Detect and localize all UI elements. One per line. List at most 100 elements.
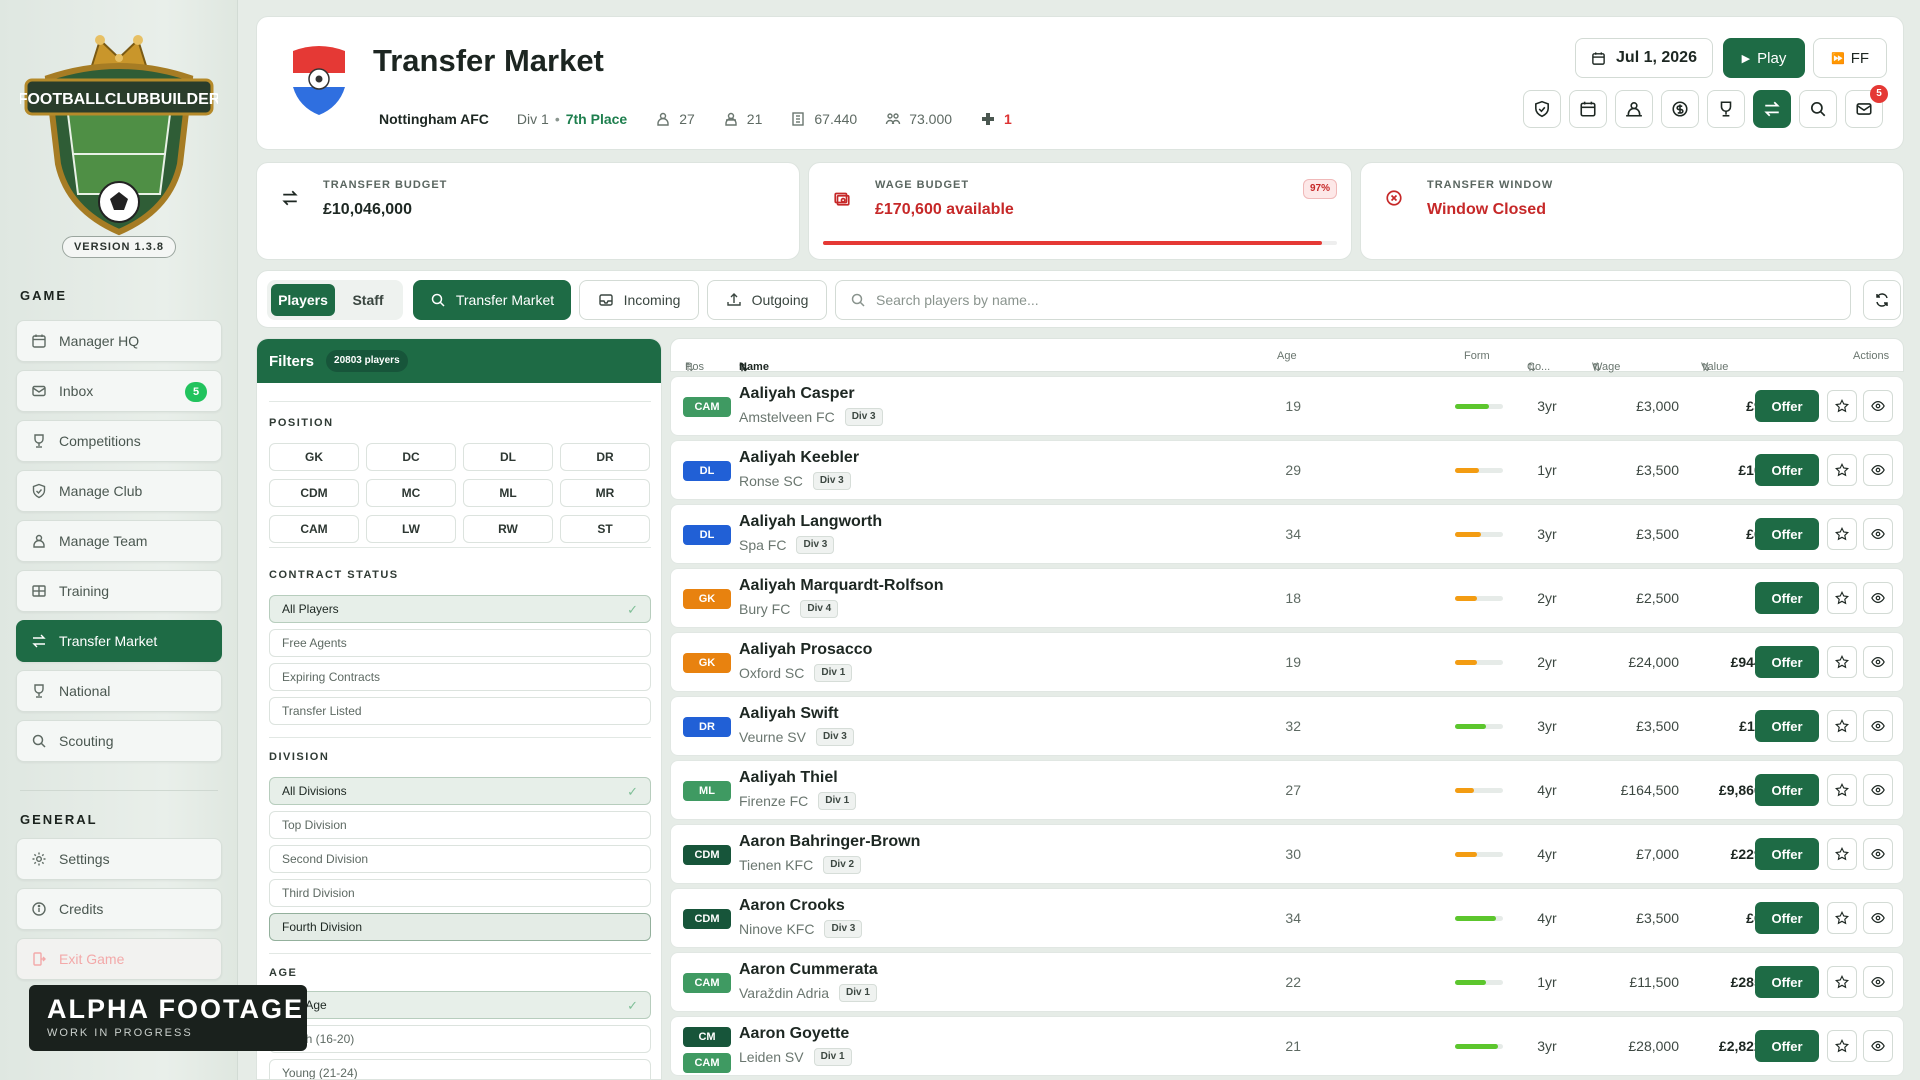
table-row[interactable]: CDM Aaron Bahringer-Brown Tienen KFC Div 2 3… xyxy=(670,824,1904,884)
player-name[interactable]: Aaliyah Keebler xyxy=(739,449,859,467)
table-row[interactable]: GK Aaliyah Prosacco Oxford SC Div 1 19 2yr £24… xyxy=(670,632,1904,692)
view-player-button[interactable] xyxy=(1863,1030,1893,1062)
sidebar-item-training[interactable]: Training xyxy=(16,570,222,612)
shortlist-button[interactable] xyxy=(1827,966,1857,998)
sidebar-item-inbox[interactable]: Inbox 5 xyxy=(16,370,222,412)
offer-button[interactable]: Offer xyxy=(1755,1030,1819,1062)
offer-button[interactable]: Offer xyxy=(1755,390,1819,422)
player-name[interactable]: Aaliyah Thiel xyxy=(739,769,838,787)
player-name[interactable]: Aaliyah Langworth xyxy=(739,513,882,531)
offer-button[interactable]: Offer xyxy=(1755,966,1819,998)
fast-forward-button[interactable]: ⏩ FF xyxy=(1813,38,1887,78)
view-player-button[interactable] xyxy=(1863,646,1893,678)
date-button[interactable]: Jul 1, 2026 xyxy=(1575,38,1713,78)
tab-transfer-market[interactable]: Transfer Market xyxy=(413,280,571,320)
shortlist-button[interactable] xyxy=(1827,646,1857,678)
position-chip[interactable]: DC xyxy=(366,443,456,471)
view-player-button[interactable] xyxy=(1863,710,1893,742)
position-chip[interactable]: DR xyxy=(560,443,650,471)
shortlist-button[interactable] xyxy=(1827,518,1857,550)
contract-option[interactable]: Free Agents xyxy=(269,629,651,657)
table-row[interactable]: CM CAM Aaron Goyette Leiden SV Div 1 21 3yr £28… xyxy=(670,1016,1904,1076)
offer-button[interactable]: Offer xyxy=(1755,518,1819,550)
finances-button[interactable] xyxy=(1661,90,1699,128)
view-player-button[interactable] xyxy=(1863,390,1893,422)
shortlist-button[interactable] xyxy=(1827,1030,1857,1062)
column-form[interactable]: Form xyxy=(1464,350,1490,362)
offer-button[interactable]: Offer xyxy=(1755,710,1819,742)
trophies-button[interactable] xyxy=(1707,90,1745,128)
team-button[interactable] xyxy=(1615,90,1653,128)
view-player-button[interactable] xyxy=(1863,454,1893,486)
calendar-button[interactable] xyxy=(1569,90,1607,128)
offer-button[interactable]: Offer xyxy=(1755,646,1819,678)
table-row[interactable]: GK Aaliyah Marquardt-Rolfson Bury FC Div 4 1… xyxy=(670,568,1904,628)
shortlist-button[interactable] xyxy=(1827,774,1857,806)
view-player-button[interactable] xyxy=(1863,966,1893,998)
tab-staff[interactable]: Staff xyxy=(337,284,399,316)
sidebar-item-national[interactable]: National xyxy=(16,670,222,712)
table-row[interactable]: DL Aaliyah Keebler Ronse SC Div 3 29 1yr £3,50… xyxy=(670,440,1904,500)
player-name[interactable]: Aaron Crooks xyxy=(739,897,845,915)
sidebar-item-manager-hq[interactable]: Manager HQ xyxy=(16,320,222,362)
table-row[interactable]: CDM Aaron Crooks Ninove KFC Div 3 34 4yr £3,50… xyxy=(670,888,1904,948)
view-player-button[interactable] xyxy=(1863,518,1893,550)
transfers-button[interactable] xyxy=(1753,90,1791,128)
view-player-button[interactable] xyxy=(1863,838,1893,870)
contract-option[interactable]: All Players ✓ xyxy=(269,595,651,623)
age-option[interactable]: Young (21-24) xyxy=(269,1059,651,1079)
offer-button[interactable]: Offer xyxy=(1755,582,1819,614)
shortlist-button[interactable] xyxy=(1827,582,1857,614)
position-chip[interactable]: ML xyxy=(463,479,553,507)
age-option[interactable]: Youth (16-20) xyxy=(269,1025,651,1053)
mail-button[interactable]: 5 xyxy=(1845,85,1888,128)
division-option[interactable]: Third Division xyxy=(269,879,651,907)
shortlist-button[interactable] xyxy=(1827,902,1857,934)
sidebar-item-scouting[interactable]: Scouting xyxy=(16,720,222,762)
position-chip[interactable]: DL xyxy=(463,443,553,471)
position-chip[interactable]: MC xyxy=(366,479,456,507)
shortlist-button[interactable] xyxy=(1827,454,1857,486)
division-option[interactable]: Top Division xyxy=(269,811,651,839)
sidebar-item-settings[interactable]: Settings xyxy=(16,838,222,880)
play-button[interactable]: ▶ Play xyxy=(1723,38,1805,78)
tab-outgoing[interactable]: Outgoing xyxy=(707,280,827,320)
player-search-input[interactable]: Search players by name... xyxy=(835,280,1851,320)
tab-incoming[interactable]: Incoming xyxy=(579,280,699,320)
club-shield-button[interactable] xyxy=(1523,90,1561,128)
player-name[interactable]: Aaliyah Marquardt-Rolfson xyxy=(739,577,943,595)
search-button[interactable] xyxy=(1799,90,1837,128)
division-option[interactable]: All Divisions ✓ xyxy=(269,777,651,805)
table-row[interactable]: DL Aaliyah Langworth Spa FC Div 3 34 3yr £3,50… xyxy=(670,504,1904,564)
contract-option[interactable]: Expiring Contracts xyxy=(269,663,651,691)
player-name[interactable]: Aaliyah Casper xyxy=(739,385,855,403)
column-age[interactable]: Age xyxy=(1277,350,1297,362)
view-player-button[interactable] xyxy=(1863,902,1893,934)
view-player-button[interactable] xyxy=(1863,582,1893,614)
player-name[interactable]: Aaron Cummerata xyxy=(739,961,878,979)
division-option[interactable]: Fourth Division xyxy=(269,913,651,941)
shortlist-button[interactable] xyxy=(1827,390,1857,422)
sidebar-item-manage-club[interactable]: Manage Club xyxy=(16,470,222,512)
player-name[interactable]: Aaliyah Swift xyxy=(739,705,839,723)
sidebar-item-transfer-market[interactable]: Transfer Market xyxy=(16,620,222,662)
player-name[interactable]: Aaron Goyette xyxy=(739,1025,849,1043)
player-name[interactable]: Aaliyah Prosacco xyxy=(739,641,872,659)
position-chip[interactable]: RW xyxy=(463,515,553,543)
sidebar-item-competitions[interactable]: Competitions xyxy=(16,420,222,462)
offer-button[interactable]: Offer xyxy=(1755,902,1819,934)
table-row[interactable]: CAM Aaron Cummerata Varaždin Adria Div 1 22 1… xyxy=(670,952,1904,1012)
refresh-button[interactable] xyxy=(1863,280,1901,320)
sidebar-item-manage-team[interactable]: Manage Team xyxy=(16,520,222,562)
position-chip[interactable]: GK xyxy=(269,443,359,471)
offer-button[interactable]: Offer xyxy=(1755,838,1819,870)
table-row[interactable]: DR Aaliyah Swift Veurne SV Div 3 32 3yr £3,500… xyxy=(670,696,1904,756)
table-row[interactable]: CAM Aaliyah Casper Amstelveen FC Div 3 19 3yr… xyxy=(670,376,1904,436)
shortlist-button[interactable] xyxy=(1827,710,1857,742)
contract-option[interactable]: Transfer Listed xyxy=(269,697,651,725)
offer-button[interactable]: Offer xyxy=(1755,774,1819,806)
offer-button[interactable]: Offer xyxy=(1755,454,1819,486)
position-chip[interactable]: ST xyxy=(560,515,650,543)
player-name[interactable]: Aaron Bahringer-Brown xyxy=(739,833,920,851)
position-chip[interactable]: LW xyxy=(366,515,456,543)
